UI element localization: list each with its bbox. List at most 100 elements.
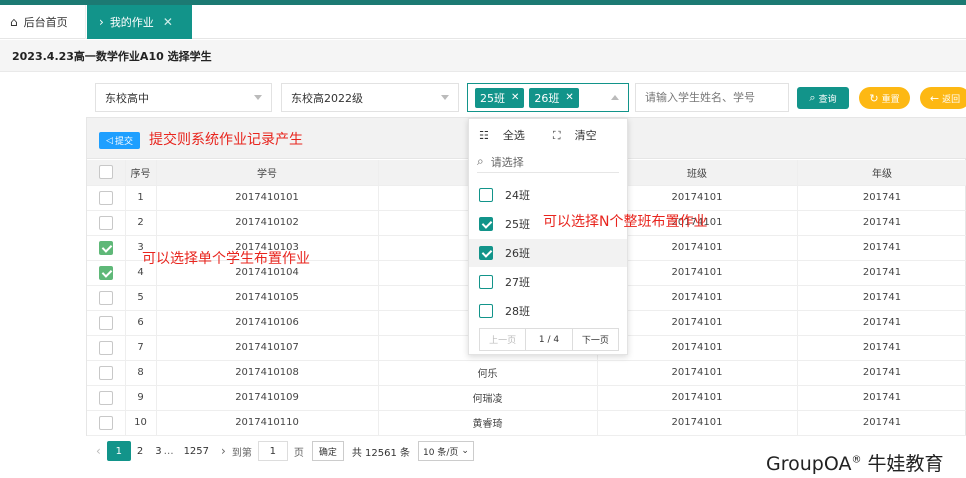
goto-page-input[interactable]: 1 [257,441,288,461]
tab-active-label: 我的作业 [109,16,154,29]
prev-page-icon[interactable]: ‹ [86,441,107,461]
row-select-cell[interactable] [87,310,126,336]
dropdown-pager: 上一页 1 / 4 下一页 [479,328,619,351]
tab-my-homework[interactable]: › 我的作业 ✕ [87,5,192,39]
arrow-left-icon: ← [929,91,940,105]
class-chip-label: 25班 [480,91,505,105]
row-checkbox[interactable] [98,265,113,280]
option-checkbox[interactable] [479,246,493,260]
class-multiselect[interactable]: 25班 ✕ 26班 ✕ [467,83,629,112]
goto-confirm-button[interactable]: 确定 [311,441,344,461]
row-student-id: 2017410102 [156,210,379,236]
row-checkbox[interactable] [98,240,113,255]
select-all-checkbox[interactable] [98,165,113,180]
row-select-cell[interactable] [87,260,126,286]
dropdown-tools: ☷ 全选 ⛶ 清空 [479,127,625,143]
option-label: 27班 [505,276,530,289]
row-checkbox[interactable] [98,415,113,430]
class-option[interactable]: 28班 [469,297,627,325]
class-chip[interactable]: 26班 ✕ [529,87,579,108]
row-checkbox[interactable] [98,290,113,305]
class-option[interactable]: 26班 [469,239,627,267]
back-button[interactable]: ← 返回 [920,87,966,109]
row-grade: 201741 [797,335,966,361]
query-button[interactable]: ⌕ 查询 [797,87,849,109]
row-grade: 201741 [797,385,966,411]
row-checkbox[interactable] [98,365,113,380]
class-option[interactable]: 27班 [469,268,627,296]
page-1[interactable]: 1 [106,441,131,461]
row-class: 20174101 [597,410,798,436]
option-checkbox[interactable] [479,188,493,202]
row-index: 9 [125,385,157,411]
row-select-cell[interactable] [87,235,126,261]
select-all-label: 全选 [502,129,525,142]
class-annotation: 可以选择N个整班布置作业 [543,214,708,230]
row-checkbox[interactable] [98,215,113,230]
dropdown-search-placeholder: 请选择 [490,155,524,169]
row-select-cell[interactable] [87,385,126,411]
row-select-cell[interactable] [87,410,126,436]
goto-label: 到第 [231,447,252,459]
header-select-all[interactable] [87,160,126,186]
tab-home[interactable]: ⌂ 后台首页 [0,5,86,39]
class-dropdown: ☷ 全选 ⛶ 清空 ⌕ 请选择 24班 25班 26班 27班 28班 上一页 1 / 4 … [468,118,628,355]
table-row[interactable]: 9 2017410109 何瑞凌 20174101 201741 [87,385,966,411]
grade-select[interactable]: 东校高2022级 [281,83,459,112]
row-checkbox[interactable] [98,390,113,405]
clear-option[interactable]: ⛶ 清空 [553,127,611,143]
option-label: 28班 [505,305,530,318]
chip-close-icon[interactable]: ✕ [511,92,519,103]
brand-reg-mark: ® [851,454,862,466]
select-all-option[interactable]: ☷ 全选 [479,127,539,143]
row-checkbox[interactable] [98,190,113,205]
option-checkbox[interactable] [479,275,493,289]
row-checkbox[interactable] [98,315,113,330]
student-search-input[interactable] [635,83,789,112]
page-unit-label: 页 [293,447,304,459]
row-student-id: 2017410101 [156,185,379,211]
table-row[interactable]: 10 2017410110 黄睿琦 20174101 201741 [87,410,966,436]
option-checkbox[interactable] [479,304,493,318]
row-select-cell[interactable] [87,335,126,361]
tab-bar: ⌂ 后台首页 › 我的作业 ✕ [0,5,966,39]
page-2[interactable]: 2 [131,441,149,461]
close-icon[interactable]: ✕ [163,15,173,29]
grade-select-value: 东校高2022级 [291,91,363,105]
row-select-cell[interactable] [87,360,126,386]
dropdown-next-button[interactable]: 下一页 [573,329,618,350]
class-chip[interactable]: 25班 ✕ [475,87,525,108]
class-option[interactable]: 24班 [469,181,627,209]
chip-close-icon[interactable]: ✕ [565,92,573,103]
row-index: 7 [125,335,157,361]
option-checkbox[interactable] [479,217,493,231]
page-size-select[interactable]: 10 条/页 ⌄ [418,441,474,461]
submit-annotation: 提交则系统作业记录产生 [149,132,303,148]
list-icon: ☷ [479,129,489,142]
header-grade: 年级 [797,160,966,186]
row-student-id: 2017410107 [156,335,379,361]
next-page-icon[interactable]: › [215,441,232,461]
table-row[interactable]: 8 2017410108 何乐 20174101 201741 [87,360,966,386]
row-grade: 201741 [797,310,966,336]
campus-select[interactable]: 东校高中 [95,83,272,112]
dropdown-search[interactable]: ⌕ 请选择 [477,151,619,173]
row-select-cell[interactable] [87,210,126,236]
row-select-cell[interactable] [87,285,126,311]
row-index: 2 [125,210,157,236]
row-index: 5 [125,285,157,311]
campus-select-value: 东校高中 [105,91,149,105]
chevron-right-icon: › [99,15,104,29]
row-grade: 201741 [797,360,966,386]
row-student-id: 2017410109 [156,385,379,411]
row-checkbox[interactable] [98,340,113,355]
row-select-cell[interactable] [87,185,126,211]
submit-button-label: 提交 [114,137,133,147]
submit-button[interactable]: ◁ 提交 [99,132,140,149]
reset-button[interactable]: ↻ 重置 [859,87,910,109]
total-count: 共 12561 条 [351,447,411,459]
dropdown-prev-button[interactable]: 上一页 [480,329,527,350]
page-3[interactable]: 3 [149,441,163,461]
page-last[interactable]: 1257 [178,441,215,461]
header-student-id: 学号 [156,160,379,186]
